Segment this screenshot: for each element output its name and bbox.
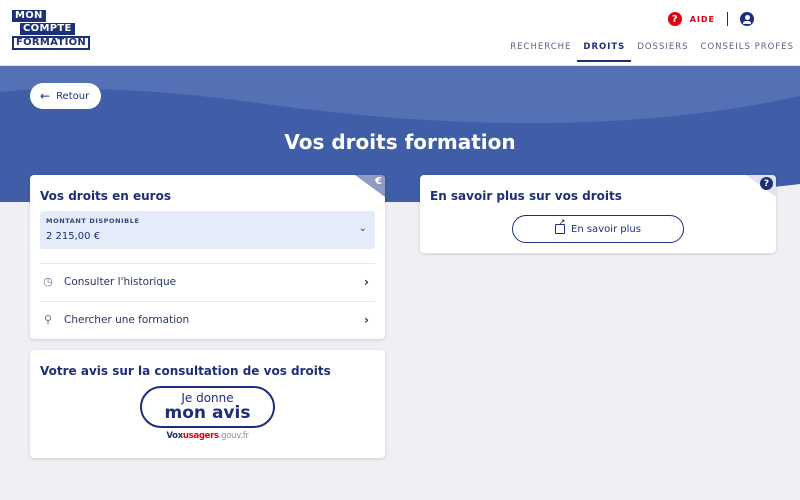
amount-value: 2 215,00 € — [46, 231, 101, 242]
info-card: ? En savoir plus sur vos droits En savoi… — [420, 175, 776, 253]
page-title: Vos droits formation — [284, 130, 516, 154]
learn-more-label: En savoir plus — [571, 223, 641, 235]
droits-card-title: Vos droits en euros — [40, 189, 171, 203]
give-feedback-button[interactable]: Je donne mon avis — [140, 386, 275, 428]
history-label: Consulter l'historique — [64, 275, 177, 288]
arrow-left-icon: ← — [40, 89, 51, 103]
question-icon: ? — [760, 177, 773, 190]
history-icon: ◷ — [43, 275, 53, 288]
nav-item-conseils[interactable]: CONSEILS PROFES — [695, 38, 800, 62]
header: MON COMPTE FORMATION ? AIDE RECHERCHE DR… — [0, 0, 800, 66]
logo[interactable]: MON COMPTE FORMATION — [12, 10, 91, 50]
history-link[interactable]: ◷ Consulter l'historique › — [40, 263, 375, 299]
feedback-card: Votre avis sur la consultation de vos dr… — [30, 350, 385, 458]
voxusagers-part-2: usagers — [182, 431, 219, 441]
search-formation-label: Chercher une formation — [64, 313, 190, 326]
chevron-right-icon: › — [364, 312, 369, 327]
euro-icon: € — [375, 176, 382, 187]
amount-selector[interactable]: MONTANT DISPONIBLE 2 215,00 € ⌄ — [40, 211, 375, 249]
feedback-button-line-2: mon avis — [164, 403, 251, 423]
chevron-right-icon: › — [364, 274, 369, 289]
logo-line-3: FORMATION — [12, 36, 91, 50]
learn-more-button[interactable]: En savoir plus — [512, 215, 684, 243]
main-nav: RECHERCHE DROITS DOSSIERS CONSEILS PROFE… — [504, 38, 800, 62]
top-actions: ? AIDE — [667, 12, 754, 26]
info-card-title: En savoir plus sur vos droits — [430, 189, 622, 203]
search-icon: ⚲ — [43, 313, 53, 326]
help-icon[interactable]: ? — [667, 12, 682, 26]
help-link[interactable]: AIDE — [690, 15, 715, 24]
search-formation-link[interactable]: ⚲ Chercher une formation › — [40, 301, 375, 337]
nav-item-dossiers[interactable]: DOSSIERS — [631, 38, 694, 62]
back-label: Retour — [56, 90, 90, 102]
voxusagers-part-3: .gouv.fr — [218, 431, 249, 441]
divider — [727, 12, 728, 26]
voxusagers-logo: Voxusagers.gouv.fr — [30, 431, 385, 441]
droits-card: € Vos droits en euros MONTANT DISPONIBLE… — [30, 175, 385, 339]
nav-item-droits[interactable]: DROITS — [577, 38, 632, 62]
external-link-icon — [555, 218, 566, 234]
feedback-card-title: Votre avis sur la consultation de vos dr… — [40, 364, 331, 378]
logo-line-1: MON — [12, 10, 46, 22]
logo-line-2: COMPTE — [20, 23, 75, 35]
back-button[interactable]: ← Retour — [30, 83, 102, 109]
user-account-icon[interactable] — [740, 12, 754, 26]
nav-item-recherche[interactable]: RECHERCHE — [504, 38, 577, 62]
amount-label: MONTANT DISPONIBLE — [46, 217, 140, 225]
chevron-down-icon: ⌄ — [358, 223, 367, 234]
voxusagers-part-1: Vox — [166, 431, 183, 441]
